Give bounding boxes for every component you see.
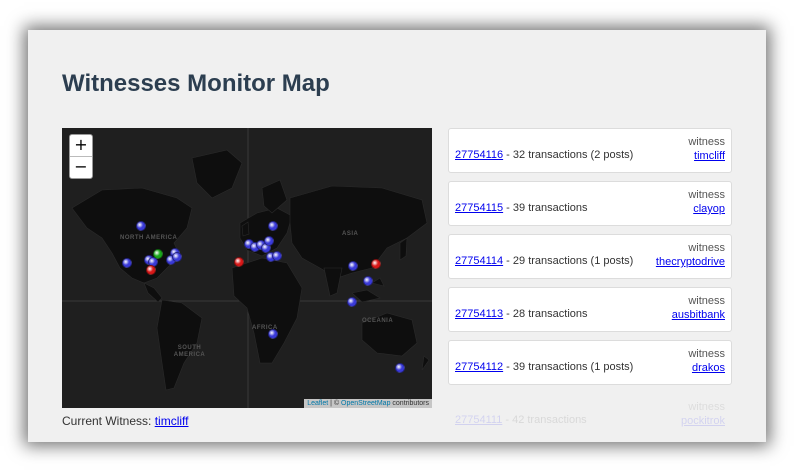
block-transactions: - 39 transactions: [503, 202, 588, 214]
map-label-asia: ASIA: [342, 231, 359, 237]
block-summary: 27754114 - 29 transactions (1 posts): [455, 255, 633, 267]
map-marker[interactable]: [363, 276, 373, 286]
witness-label: witness: [688, 242, 725, 254]
map-marker[interactable]: [371, 259, 381, 269]
witness-name-link[interactable]: timcliff: [694, 150, 725, 162]
map-marker[interactable]: [146, 265, 156, 275]
world-map[interactable]: NORTH AMERICA ASIA AFRICA SOUTH AMERICA …: [62, 128, 432, 408]
block-number-link[interactable]: 27754113: [455, 308, 503, 320]
map-marker[interactable]: [268, 329, 278, 339]
witness-label: witness: [688, 295, 725, 307]
map-marker[interactable]: [172, 252, 182, 262]
block-item: 27754112 - 39 transactions (1 posts) wit…: [448, 340, 732, 385]
witness-name-link[interactable]: clayop: [693, 203, 725, 215]
block-number-link[interactable]: 27754112: [455, 361, 503, 373]
block-item: 27754114 - 29 transactions (1 posts) wit…: [448, 234, 732, 279]
witness-name-link[interactable]: drakos: [692, 362, 725, 374]
witness-name-link[interactable]: thecryptodrive: [656, 256, 725, 268]
block-item: 27754116 - 32 transactions (2 posts) wit…: [448, 128, 732, 173]
block-transactions: - 39 transactions (1 posts): [503, 361, 634, 373]
block-number-link[interactable]: 27754111: [455, 414, 502, 426]
witness-name-link[interactable]: ausbitbank: [672, 309, 725, 321]
witness-label: witness: [688, 136, 725, 148]
witness-name-link[interactable]: pockitrok: [681, 415, 725, 427]
attribution-suffix: contributors: [390, 400, 429, 407]
map-marker[interactable]: [153, 249, 163, 259]
block-number-link[interactable]: 27754114: [455, 255, 503, 267]
block-summary: 27754111 - 42 transactions: [455, 414, 587, 426]
block-item: 27754113 - 28 transactions witness ausbi…: [448, 287, 732, 332]
block-transactions: - 32 transactions (2 posts): [503, 149, 634, 161]
leaflet-link[interactable]: Leaflet: [307, 400, 328, 407]
openstreetmap-link[interactable]: OpenStreetMap: [341, 400, 390, 407]
block-number-link[interactable]: 27754115: [455, 202, 503, 214]
block-transactions: - 29 transactions (1 posts): [503, 255, 634, 267]
witness-label: witness: [688, 348, 725, 360]
block-transactions: - 42 transactions: [502, 414, 587, 426]
map-label-south-america: SOUTH AMERICA: [173, 345, 206, 358]
witness-label: witness: [688, 401, 725, 413]
attribution-separator: | ©: [328, 400, 342, 407]
block-number-link[interactable]: 27754116: [455, 149, 503, 161]
zoom-in-button[interactable]: +: [70, 135, 92, 157]
current-witness: Current Witness: timcliff: [62, 414, 188, 428]
block-summary: 27754112 - 39 transactions (1 posts): [455, 361, 633, 373]
map-label-north-america: NORTH AMERICA: [120, 235, 178, 241]
map-marker[interactable]: [395, 363, 405, 373]
block-item: 27754115 - 39 transactions witness clayo…: [448, 181, 732, 226]
block-summary: 27754113 - 28 transactions: [455, 308, 588, 320]
page-title: Witnesses Monitor Map: [62, 70, 330, 97]
block-list: 27754116 - 32 transactions (2 posts) wit…: [448, 128, 732, 442]
map-marker[interactable]: [272, 251, 282, 261]
map-marker[interactable]: [122, 258, 132, 268]
block-transactions: - 28 transactions: [503, 308, 588, 320]
map-marker[interactable]: [234, 257, 244, 267]
map-marker[interactable]: [136, 221, 146, 231]
map-marker[interactable]: [348, 261, 358, 271]
content-card: Witnesses Monitor Map NORTH AMERICA ASIA…: [28, 30, 766, 442]
block-summary: 27754116 - 32 transactions (2 posts): [455, 149, 633, 161]
witness-label: witness: [688, 189, 725, 201]
map-marker[interactable]: [347, 297, 357, 307]
map-attribution: Leaflet | © OpenStreetMap contributors: [304, 399, 432, 408]
map-label-oceania: OCEANIA: [362, 318, 394, 324]
block-summary: 27754115 - 39 transactions: [455, 202, 588, 214]
zoom-out-button[interactable]: −: [70, 157, 92, 178]
current-witness-link[interactable]: timcliff: [155, 414, 189, 428]
current-witness-label: Current Witness:: [62, 414, 155, 428]
zoom-control: + −: [69, 134, 93, 179]
map-marker[interactable]: [268, 221, 278, 231]
block-item: 27754111 - 42 transactions witness pocki…: [448, 393, 732, 438]
map-marker[interactable]: [264, 236, 274, 246]
